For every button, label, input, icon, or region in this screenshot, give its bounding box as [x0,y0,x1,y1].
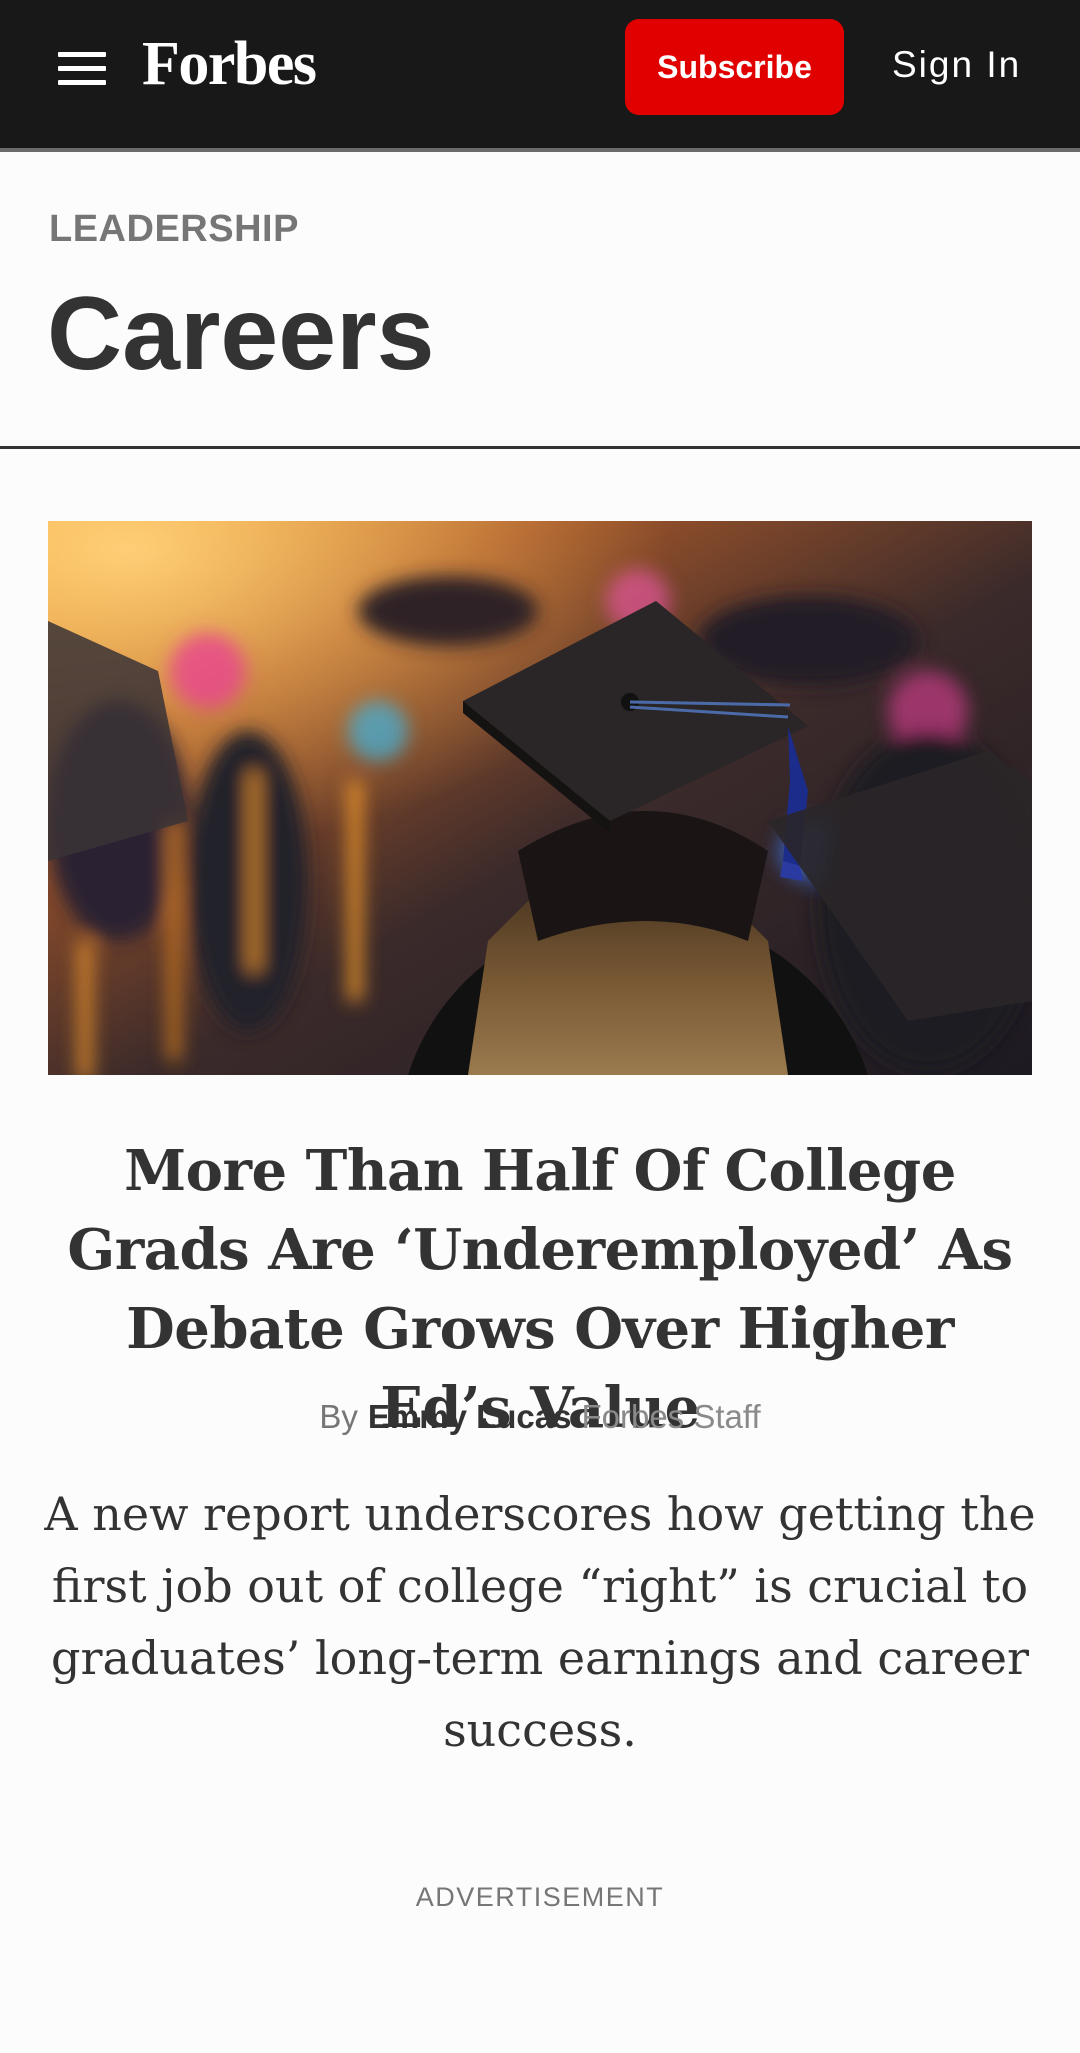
article-byline: By Emmy Lucas Forbes Staff [0,1395,1080,1439]
forbes-logo[interactable]: Forbes [142,26,317,102]
hero-image[interactable] [48,521,1032,1075]
hamburger-menu-icon[interactable] [56,46,108,90]
byline-prefix: By [319,1398,358,1435]
author-role: Forbes Staff [581,1398,761,1435]
article-dek: A new report underscores how getting the… [44,1487,1036,1757]
menu-bar-top [58,52,106,57]
section-label[interactable]: LEADERSHIP [49,208,299,251]
advertisement-label: ADVERTISEMENT [415,1882,665,1912]
channel-title[interactable]: Careers [47,274,434,394]
author-name-link[interactable]: Emmy Lucas [368,1398,572,1435]
menu-bar-middle [58,66,106,71]
sign-in-link[interactable]: Sign In [892,40,1021,90]
subscribe-button[interactable]: Subscribe [625,19,844,115]
graduation-cap-photo [48,521,1032,1075]
menu-bar-bottom [58,80,106,85]
section-divider [0,446,1080,449]
header-divider [0,148,1080,152]
